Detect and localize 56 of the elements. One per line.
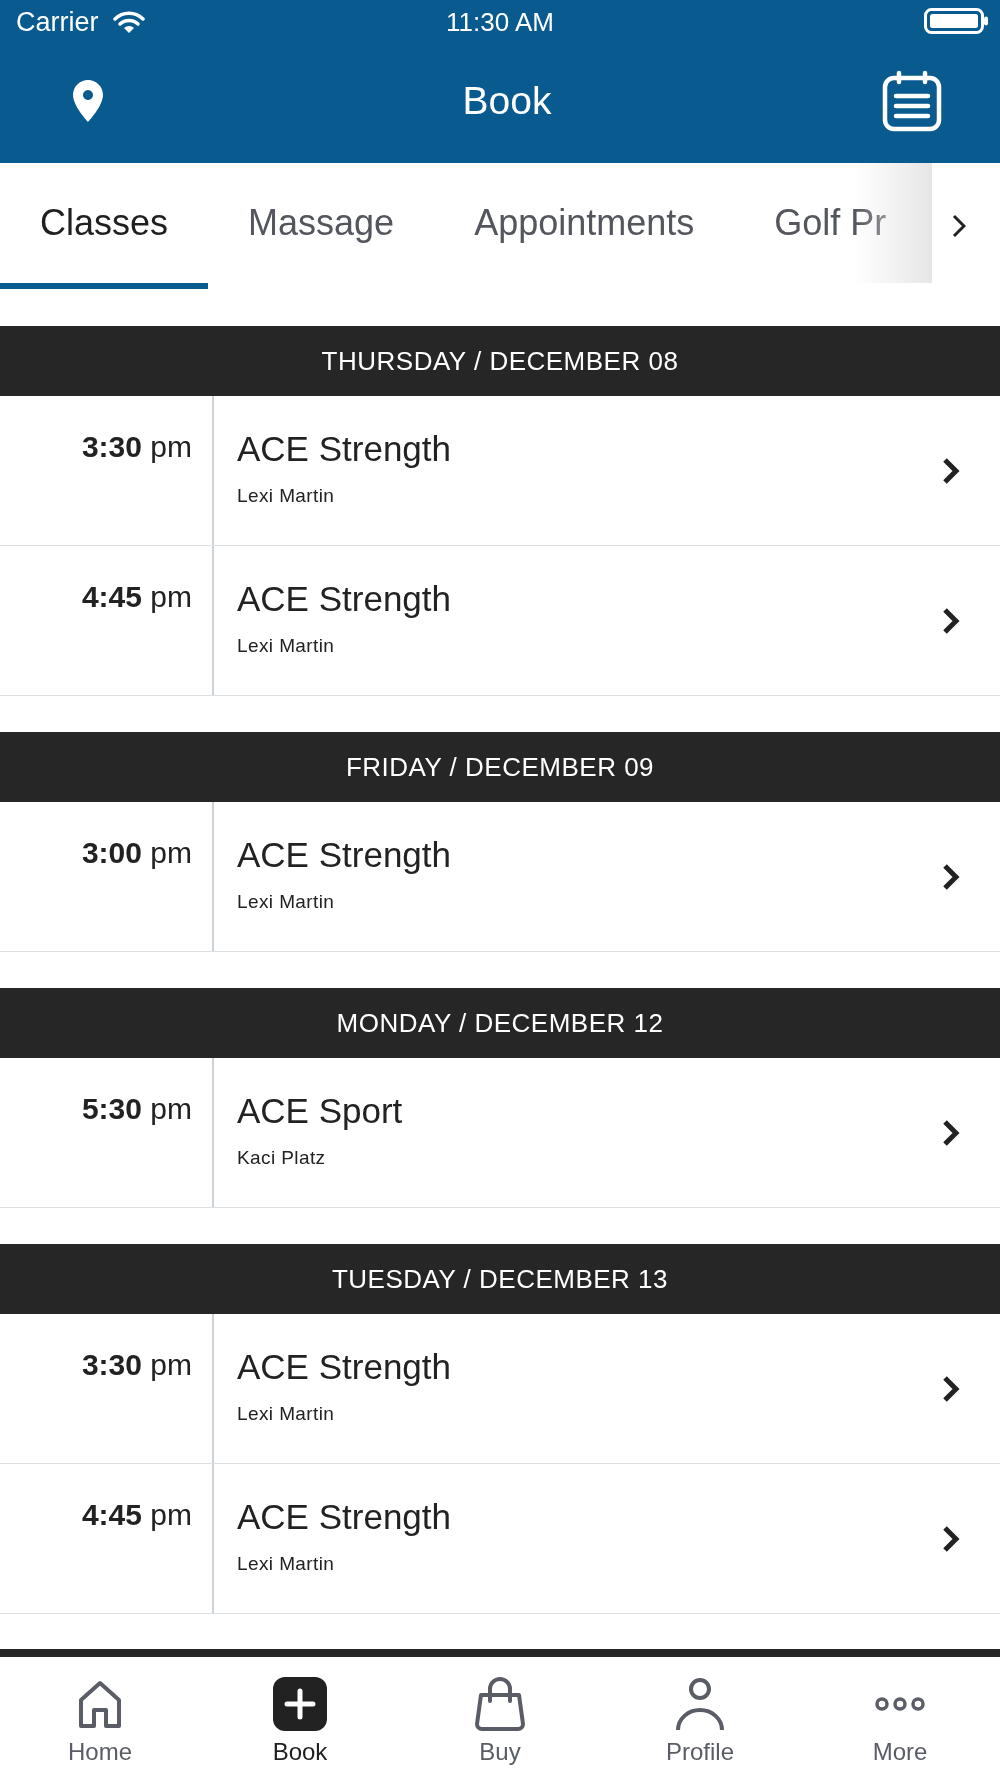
class-time: 4:45 pm [81, 580, 192, 614]
class-row[interactable]: 3:30 pm ACE Strength Lexi Martin [0, 396, 1000, 546]
chevron-right-icon [942, 1118, 960, 1147]
class-time: 3:00 pm [81, 836, 192, 870]
instructor-name: Kaci Platz [237, 1147, 327, 1169]
day-header: MONDAY / DECEMBER 12 [0, 988, 1000, 1058]
class-name: ACE Sport [237, 1091, 404, 1131]
shopping-bag-icon [474, 1677, 526, 1731]
category-tab[interactable]: Appointments [434, 163, 735, 289]
category-tab[interactable]: Massage [208, 163, 435, 289]
chevron-right-icon [942, 606, 960, 635]
instructor-name: Lexi Martin [237, 635, 336, 657]
more-icon [875, 1696, 925, 1712]
instructor-name: Lexi Martin [237, 1403, 336, 1425]
class-name: ACE Strength [237, 1347, 452, 1387]
class-time: 3:30 pm [81, 430, 192, 464]
nav-tab[interactable]: Buy [400, 1660, 600, 1778]
class-row[interactable]: 4:45 pm ACE Strength Lexi Martin [0, 546, 1000, 696]
wifi-icon [112, 10, 145, 35]
person-icon [675, 1677, 725, 1731]
plus-icon [273, 1677, 327, 1731]
location-pin-icon[interactable] [72, 79, 104, 123]
day-header: TUESDAY / DECEMBER 13 [0, 1244, 1000, 1314]
battery-icon [924, 7, 990, 34]
class-name: ACE Strength [237, 579, 452, 619]
nav-tab[interactable]: Profile [600, 1660, 800, 1778]
instructor-name: Lexi Martin [237, 485, 336, 507]
chevron-right-icon [942, 1524, 960, 1553]
instructor-name: Lexi Martin [237, 891, 336, 913]
class-name: ACE Strength [237, 1497, 452, 1537]
class-time: 3:30 pm [81, 1348, 192, 1382]
instructor-name: Lexi Martin [237, 1553, 336, 1575]
class-row[interactable]: 3:30 pm ACE Strength Lexi Martin [0, 1314, 1000, 1464]
class-name: ACE Strength [237, 835, 452, 875]
category-tab[interactable]: Golf Pr [734, 163, 927, 289]
nav-tab[interactable]: Book [200, 1660, 400, 1778]
day-header: FRIDAY / DECEMBER 09 [0, 732, 1000, 802]
chevron-right-icon [942, 1374, 960, 1403]
home-icon [77, 1680, 123, 1728]
chevron-right-icon [942, 456, 960, 485]
class-time: 4:45 pm [81, 1498, 192, 1532]
calendar-icon[interactable] [882, 70, 942, 132]
nav-tab[interactable]: Home [0, 1660, 200, 1778]
day-header: THURSDAY / DECEMBER 08 [0, 326, 1000, 396]
class-row[interactable]: 5:30 pm ACE Sport Kaci Platz [0, 1058, 1000, 1208]
class-row[interactable]: 3:00 pm ACE Strength Lexi Martin [0, 802, 1000, 952]
chevron-right-icon [942, 862, 960, 891]
class-time: 5:30 pm [81, 1092, 192, 1126]
page-title: Book [462, 79, 552, 123]
category-tab[interactable]: Classes [0, 163, 209, 289]
chevron-right-icon[interactable] [952, 214, 966, 238]
carrier-label: Carrier [16, 7, 99, 38]
nav-tab[interactable]: More [800, 1660, 1000, 1778]
clock-time: 11:30 AM [446, 7, 554, 38]
class-name: ACE Strength [237, 429, 452, 469]
class-row[interactable]: 4:45 pm ACE Strength Lexi Martin [0, 1464, 1000, 1614]
